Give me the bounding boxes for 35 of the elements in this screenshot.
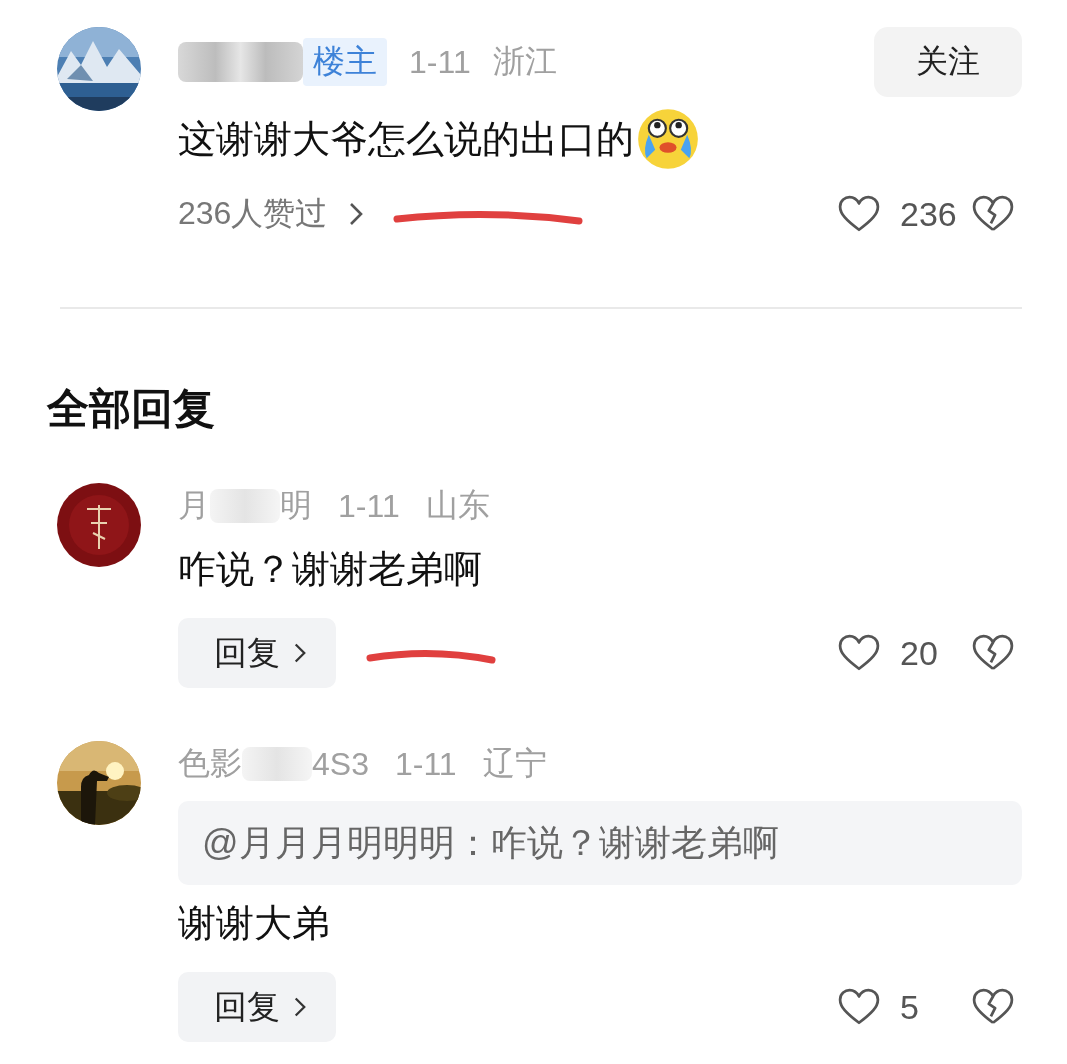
username: 4S3: [312, 745, 369, 783]
username: 色影: [178, 744, 242, 783]
quoted-reply: @月月月明明明：咋说？谢谢老弟啊: [178, 801, 1022, 885]
follow-button[interactable]: 关注: [874, 27, 1022, 97]
broken-heart-icon[interactable]: [972, 634, 1014, 672]
chevron-icon[interactable]: [294, 642, 306, 664]
reply-button[interactable]: 回复: [178, 618, 336, 688]
comment-location: 山东: [425, 486, 490, 525]
chevron-icon[interactable]: [294, 996, 306, 1018]
comment-location: 浙江: [492, 42, 557, 81]
comment-location: 辽宁: [482, 744, 547, 783]
heart-icon[interactable]: [838, 634, 880, 672]
reply-button[interactable]: 回复: [178, 972, 336, 1042]
broken-heart-icon[interactable]: [972, 988, 1014, 1026]
likes-summary-link[interactable]: 236人赞过: [178, 192, 328, 236]
blurred-username: [242, 747, 312, 781]
username: 明: [280, 486, 312, 525]
broken-heart-icon[interactable]: [972, 195, 1014, 233]
like-count: 20: [900, 633, 939, 673]
heart-icon[interactable]: [838, 988, 880, 1026]
reply-text: 谢谢大弟: [178, 900, 331, 946]
heart-icon[interactable]: [838, 195, 880, 233]
chevron-icon[interactable]: [349, 202, 364, 226]
like-count: 5: [900, 987, 920, 1027]
comment-text: 这谢谢大爷怎么说的出口的: [178, 104, 1022, 174]
username: 月: [178, 486, 210, 525]
reply-text: 咋说？谢谢老弟啊: [178, 546, 483, 592]
author-badge: 楼主: [303, 38, 387, 86]
blurred-username: [210, 489, 280, 523]
comment-date: 1-11: [409, 43, 471, 81]
like-count: 236: [900, 194, 958, 234]
comment-date: 1-11: [394, 745, 457, 783]
crying-emoji-icon: [636, 107, 700, 171]
section-heading: 全部回复: [47, 384, 216, 434]
comment-date: 1-11: [338, 487, 400, 525]
